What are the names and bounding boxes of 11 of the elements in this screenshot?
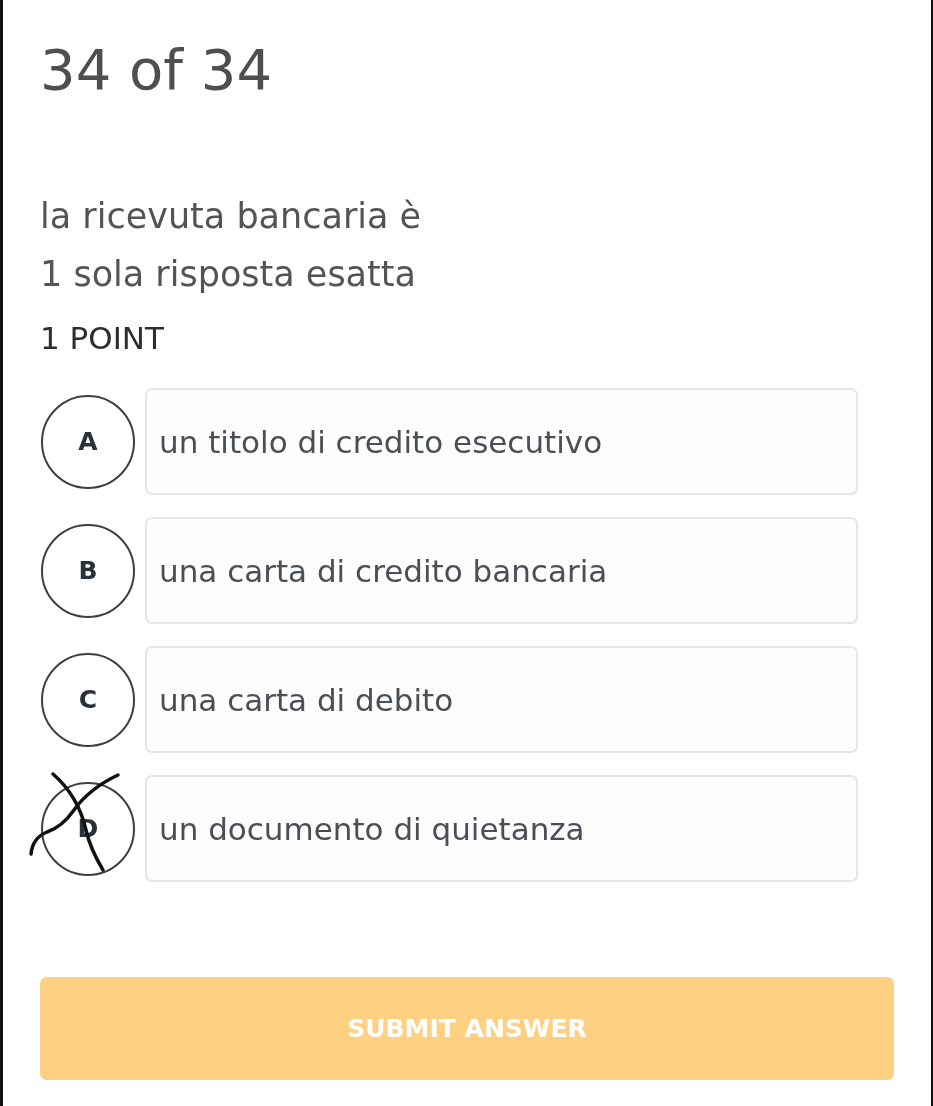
question-instruction: 1 sola risposta esatta	[40, 253, 417, 296]
option-letter-circle[interactable]: B	[41, 523, 135, 618]
answer-option[interactable]: una carta di debito	[145, 646, 858, 753]
option-letter-circle[interactable]: A	[41, 394, 135, 489]
answer-option[interactable]: una carta di credito bancaria	[145, 517, 858, 624]
points-label: 1 POINT	[40, 319, 164, 358]
question-number: 34 of 34	[40, 36, 273, 104]
answer-option[interactable]: un documento di quietanza	[145, 775, 858, 882]
answer-option[interactable]: un titolo di credito esecutivo	[145, 388, 858, 495]
question-text: la ricevuta bancaria è	[40, 195, 422, 238]
option-letter-circle[interactable]: C	[41, 652, 135, 747]
